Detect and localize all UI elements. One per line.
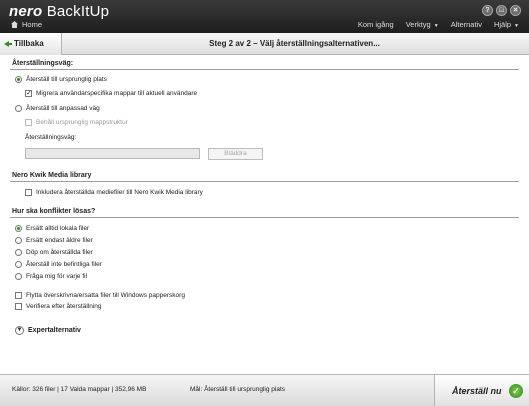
checkbox-label: Verifiera efter återställning xyxy=(26,303,102,310)
maximize-icon[interactable]: □ xyxy=(496,5,507,16)
checkbox-label: Migrera användarspecifika mappar till ak… xyxy=(36,90,198,97)
expert-options-toggle[interactable]: ▼ Expertalternativ xyxy=(15,326,81,335)
checkbox[interactable] xyxy=(15,303,22,310)
menu-verktyg[interactable]: Verktyg ▼ xyxy=(406,20,439,29)
back-label: Tillbaka xyxy=(14,39,44,48)
radio-button[interactable] xyxy=(15,249,22,256)
conflicts-title: Hur ska konflikter lösas? xyxy=(12,208,96,215)
main-content: Återställningsväg: Återställ till urspru… xyxy=(0,56,529,374)
radio-skip-existing[interactable]: Återställ inte befintliga filer xyxy=(15,261,102,268)
radio-original-location[interactable]: Återställ till ursprunglig plats xyxy=(15,76,107,83)
restore-path-input[interactable] xyxy=(25,148,200,159)
checkbox[interactable] xyxy=(25,119,32,126)
radio-button[interactable] xyxy=(15,237,22,244)
step-title: Steg 2 av 2 – Välj återställningsalterna… xyxy=(209,39,380,48)
checkbox-migrate[interactable]: ✓ Migrera användarspecifika mappar till … xyxy=(25,90,197,97)
radio-button[interactable] xyxy=(15,105,22,112)
radio-label: Fråga mig för varje fil xyxy=(26,273,88,280)
radio-label: Återställ till anpassad väg xyxy=(26,105,100,112)
path-label-text: Återställningsväg: xyxy=(25,134,77,141)
back-arrow-stem xyxy=(8,43,12,45)
divider xyxy=(10,181,519,182)
radio-custom-path[interactable]: Återställ till anpassad väg xyxy=(15,105,100,112)
chevron-down-icon: ▼ xyxy=(15,326,24,335)
checkbox[interactable] xyxy=(15,292,22,299)
radio-label: Ersätt alltid lokala filer xyxy=(26,225,90,232)
restore-path-title: Återställningsväg: xyxy=(12,60,74,67)
divider xyxy=(10,217,519,218)
checkmark-icon: ✓ xyxy=(509,384,523,398)
nav-bar: Tillbaka Steg 2 av 2 – Välj återställnin… xyxy=(0,33,529,55)
restore-now-label: Återställ nu xyxy=(452,386,502,396)
top-menu: Kom igång Verktyg ▼ Alternativ Hjälp ▼ xyxy=(358,20,519,29)
checkbox-recycle-bin[interactable]: Flytta överskrivna/ersatta filer till Wi… xyxy=(15,292,185,299)
checkbox[interactable]: ✓ xyxy=(25,90,32,97)
checkbox[interactable] xyxy=(25,189,32,196)
radio-replace-older[interactable]: Ersätt endast äldre filer xyxy=(15,237,93,244)
home-link[interactable]: Home xyxy=(11,20,42,29)
radio-rename[interactable]: Döp om återställda filer xyxy=(15,249,93,256)
radio-button[interactable] xyxy=(15,225,22,232)
brand-bold: nero xyxy=(9,3,43,20)
radio-label: Återställ till ursprunglig plats xyxy=(26,76,107,83)
checkbox-label: Inkludera återställda mediefiler till Ne… xyxy=(36,189,203,196)
menu-hjalp-label: Hjälp xyxy=(493,20,512,29)
chevron-down-icon: ▼ xyxy=(514,23,519,29)
restore-now-button[interactable]: Återställ nu ✓ xyxy=(434,375,529,406)
radio-label: Återställ inte befintliga filer xyxy=(26,261,102,268)
checkbox-verify[interactable]: Verifiera efter återställning xyxy=(15,303,102,310)
brand-name: BackItUp xyxy=(46,3,110,20)
radio-label: Ersätt endast äldre filer xyxy=(26,237,93,244)
menu-alternativ[interactable]: Alternativ xyxy=(451,20,482,29)
radio-label: Döp om återställda filer xyxy=(26,249,93,256)
checkbox-label: Behåll ursprunglig mappstruktur xyxy=(36,119,128,126)
browse-button[interactable]: Bläddra xyxy=(208,148,263,160)
app-logo: nero BackItUp xyxy=(9,3,109,20)
radio-button[interactable] xyxy=(15,76,22,83)
radio-replace-always[interactable]: Ersätt alltid lokala filer xyxy=(15,225,89,232)
divider xyxy=(10,69,519,70)
target-summary: Mål: Återställ till ursprunglig plats xyxy=(190,386,286,393)
source-summary: Källor: 326 filer | 17 Valda mappar | 35… xyxy=(12,386,147,393)
radio-button[interactable] xyxy=(15,261,22,268)
home-icon xyxy=(11,21,18,28)
radio-button[interactable] xyxy=(15,273,22,280)
back-button[interactable]: Tillbaka xyxy=(0,33,62,55)
radio-ask-each[interactable]: Fråga mig för varje fil xyxy=(15,273,87,280)
path-label: Återställningsväg: xyxy=(25,134,76,141)
home-label: Home xyxy=(22,20,43,29)
menu-hjalp[interactable]: Hjälp ▼ xyxy=(494,20,519,29)
checkbox-keep-structure[interactable]: Behåll ursprunglig mappstruktur xyxy=(25,119,128,126)
kwik-title: Nero Kwik Media library xyxy=(12,172,92,179)
help-icon[interactable]: ? xyxy=(482,5,493,16)
menu-verktyg-label: Verktyg xyxy=(405,20,431,29)
window-controls: ? □ ✕ xyxy=(482,5,521,16)
checkbox-label: Flytta överskrivna/ersatta filer till Wi… xyxy=(26,292,185,299)
close-icon[interactable]: ✕ xyxy=(510,5,521,16)
chevron-down-icon: ▼ xyxy=(433,23,439,29)
checkbox-include-kwik[interactable]: Inkludera återställda mediefiler till Ne… xyxy=(25,189,203,196)
status-bar: Källor: 326 filer | 17 Valda mappar | 35… xyxy=(0,374,529,406)
menu-kom-igang[interactable]: Kom igång xyxy=(358,20,394,29)
expert-label: Expertalternativ xyxy=(28,327,81,334)
title-bar: nero BackItUp Home ? □ ✕ Kom igång Verkt… xyxy=(0,0,529,33)
